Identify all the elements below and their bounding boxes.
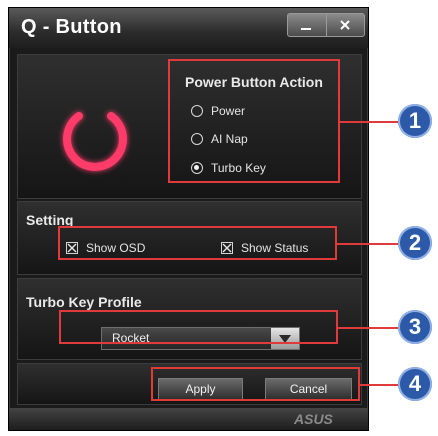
connector-4 — [360, 384, 402, 386]
turbo-profile-title: Turbo Key Profile — [26, 294, 142, 310]
minimize-button[interactable] — [288, 14, 326, 36]
highlight-box-1 — [168, 59, 340, 183]
window-title: Q - Button — [21, 16, 122, 38]
highlight-box-4 — [151, 367, 360, 401]
minimize-icon — [300, 28, 311, 30]
highlight-box-3 — [59, 310, 338, 344]
highlight-box-2 — [58, 226, 337, 260]
connector-3 — [338, 327, 402, 329]
callout-3: 3 — [398, 310, 432, 344]
power-icon — [63, 97, 127, 171]
close-icon — [340, 20, 350, 30]
window-controls — [287, 13, 365, 37]
connector-2 — [337, 243, 402, 245]
close-button[interactable] — [325, 14, 365, 36]
asus-logo: ASUS — [294, 412, 334, 426]
callout-2: 2 — [398, 226, 432, 260]
callout-1: 1 — [398, 104, 432, 138]
footer-bar: ASUS — [9, 408, 368, 430]
callout-4: 4 — [398, 367, 432, 401]
title-bar[interactable]: Q - Button — [9, 8, 368, 48]
connector-1 — [340, 121, 402, 123]
svg-text:ASUS: ASUS — [294, 412, 334, 426]
